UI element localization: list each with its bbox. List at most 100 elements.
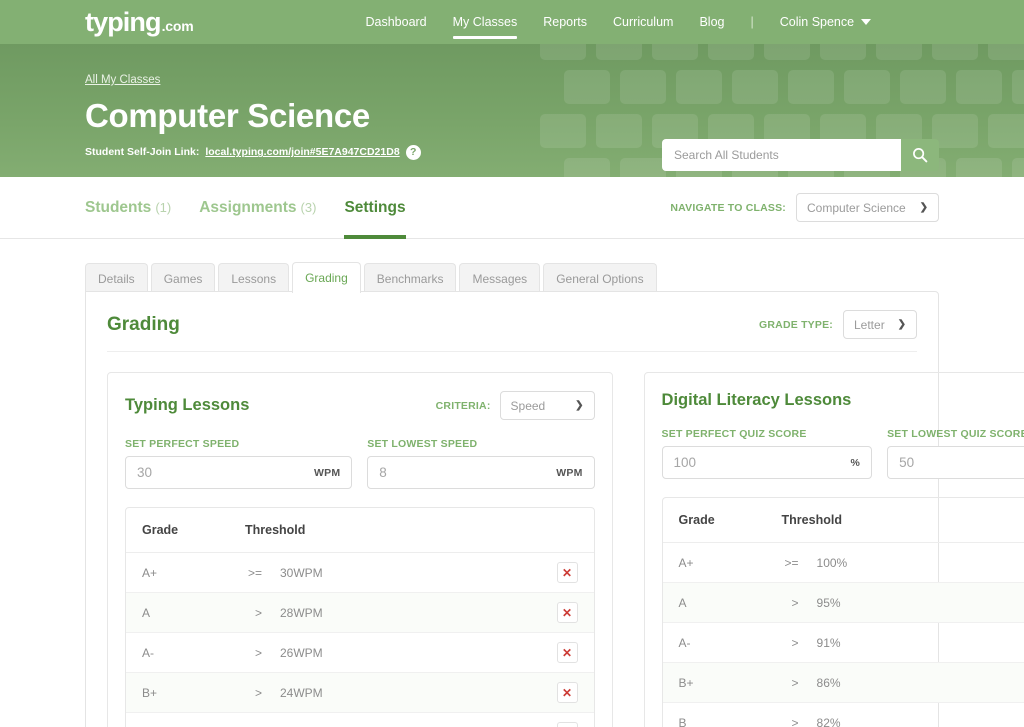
- table-row: A->26WPM✕: [126, 633, 594, 673]
- set-perfect-quiz-label: SET PERFECT QUIZ SCORE: [662, 428, 873, 440]
- logo-word: typing: [85, 7, 161, 38]
- digital-literacy-title: Digital Literacy Lessons: [662, 391, 852, 410]
- set-lowest-speed-input[interactable]: [379, 465, 556, 480]
- digital-literacy-panel: Digital Literacy Lessons SET PERFECT QUI…: [644, 372, 1024, 727]
- set-perfect-quiz-input-wrap: %: [662, 446, 873, 479]
- table-row: A>95%✕: [663, 583, 1024, 623]
- settings-panel-area: Details Games Lessons Grading Benchmarks…: [0, 239, 1024, 727]
- section-tab-students-count: (1): [155, 200, 171, 215]
- subtab-messages[interactable]: Messages: [459, 263, 540, 293]
- cell-operator: >=: [774, 556, 799, 570]
- nav-link-curriculum[interactable]: Curriculum: [613, 0, 673, 44]
- criteria-value: Speed: [511, 399, 546, 413]
- table-row: A>28WPM✕: [126, 593, 594, 633]
- cell-grade: A: [142, 606, 237, 620]
- top-navigation-bar: typing .com Dashboard My Classes Reports…: [0, 0, 1024, 44]
- cell-threshold: 91%: [799, 636, 841, 650]
- user-account-menu[interactable]: Colin Spence: [780, 15, 871, 29]
- typing-speed-fields: SET PERFECT SPEED WPM SET LOWEST SPEED W…: [125, 438, 595, 489]
- chevron-down-icon: ❯: [920, 202, 928, 213]
- cell-operator: >: [774, 636, 799, 650]
- subtab-details[interactable]: Details: [85, 263, 148, 293]
- section-tab-settings[interactable]: Settings: [344, 177, 405, 239]
- table-row: B+>24WPM✕: [126, 673, 594, 713]
- set-perfect-quiz-input[interactable]: [674, 455, 851, 470]
- set-perfect-quiz-field: SET PERFECT QUIZ SCORE %: [662, 428, 873, 479]
- page-title: Computer Science: [85, 98, 1024, 135]
- set-lowest-quiz-label: SET LOWEST QUIZ SCORE: [887, 428, 1024, 440]
- typing-lessons-title: Typing Lessons: [125, 396, 249, 415]
- settings-subtab-list: Details Games Lessons Grading Benchmarks…: [85, 261, 939, 292]
- set-perfect-speed-input[interactable]: [137, 465, 314, 480]
- table-row: A+>=30WPM✕: [126, 553, 594, 593]
- delete-row-cell: ✕: [557, 642, 578, 663]
- criteria-select[interactable]: Speed ❯: [500, 391, 595, 420]
- criteria-group: CRITERIA: Speed ❯: [436, 391, 595, 420]
- cell-threshold: 26WPM: [262, 646, 323, 660]
- section-tab-students[interactable]: Students (1): [85, 177, 171, 239]
- delete-row-button[interactable]: ✕: [557, 682, 578, 703]
- self-join-label: Student Self-Join Link:: [85, 146, 199, 158]
- grading-columns: Typing Lessons CRITERIA: Speed ❯ SET PER…: [107, 372, 917, 727]
- navigate-to-class-select[interactable]: Computer Science ❯: [796, 193, 939, 222]
- digital-literacy-header: Digital Literacy Lessons: [662, 391, 1024, 410]
- grading-card-header: Grading GRADE TYPE: Letter ❯: [107, 310, 917, 352]
- criteria-label: CRITERIA:: [436, 400, 491, 412]
- cell-grade: A-: [142, 646, 237, 660]
- cell-threshold: 30WPM: [262, 566, 323, 580]
- delete-row-cell: ✕: [557, 682, 578, 703]
- literacy-grade-table: Grade Threshold A+>=100%✕A>95%✕A->91%✕B+…: [662, 497, 1024, 727]
- typing-com-logo[interactable]: typing .com: [85, 7, 193, 38]
- cell-grade: A-: [679, 636, 774, 650]
- delete-row-button[interactable]: ✕: [557, 722, 578, 727]
- navigate-to-class-value: Computer Science: [807, 201, 906, 215]
- grading-heading: Grading: [107, 314, 180, 336]
- subtab-benchmarks[interactable]: Benchmarks: [364, 263, 457, 293]
- section-tab-assignments-label: Assignments: [199, 199, 296, 217]
- nav-link-reports[interactable]: Reports: [543, 0, 587, 44]
- cell-operator: >: [237, 606, 262, 620]
- set-lowest-quiz-input[interactable]: [899, 455, 1024, 470]
- cell-threshold: 95%: [799, 596, 841, 610]
- typing-lessons-header: Typing Lessons CRITERIA: Speed ❯: [125, 391, 595, 420]
- subtab-general-options[interactable]: General Options: [543, 263, 656, 293]
- typing-grade-table: Grade Threshold A+>=30WPM✕A>28WPM✕A->26W…: [125, 507, 595, 727]
- grading-card: Grading GRADE TYPE: Letter ❯ Typing Less…: [85, 291, 939, 727]
- table-row: A->91%✕: [663, 623, 1024, 663]
- breadcrumb-all-my-classes[interactable]: All My Classes: [85, 74, 160, 86]
- nav-link-my-classes[interactable]: My Classes: [453, 0, 518, 44]
- cell-grade: A: [679, 596, 774, 610]
- cell-grade: A+: [679, 556, 774, 570]
- cell-operator: >: [237, 686, 262, 700]
- delete-row-button[interactable]: ✕: [557, 602, 578, 623]
- cell-threshold: 24WPM: [262, 686, 323, 700]
- grade-type-select[interactable]: Letter ❯: [843, 310, 917, 339]
- quiz-score-fields: SET PERFECT QUIZ SCORE % SET LOWEST QUIZ…: [662, 428, 1024, 479]
- nav-link-blog[interactable]: Blog: [699, 0, 724, 44]
- chevron-down-icon: [861, 19, 871, 25]
- subtab-grading[interactable]: Grading: [292, 262, 361, 293]
- section-tab-assignments-count: (3): [301, 200, 317, 215]
- typing-lessons-panel: Typing Lessons CRITERIA: Speed ❯ SET PER…: [107, 372, 613, 727]
- cell-operator: >: [774, 716, 799, 727]
- set-perfect-quiz-unit: %: [851, 457, 861, 469]
- search-input[interactable]: [662, 139, 901, 171]
- search-icon: [912, 147, 928, 163]
- section-tab-assignments[interactable]: Assignments (3): [199, 177, 316, 239]
- self-join-link[interactable]: local.typing.com/join#5E7A947CD21D8: [205, 146, 399, 158]
- search-button[interactable]: [901, 139, 939, 171]
- literacy-grade-table-header: Grade Threshold: [663, 498, 1024, 543]
- help-icon[interactable]: ?: [406, 145, 421, 160]
- table-row: B>22WPM✕: [126, 713, 594, 727]
- delete-row-button[interactable]: ✕: [557, 642, 578, 663]
- set-perfect-speed-input-wrap: WPM: [125, 456, 352, 489]
- set-lowest-speed-label: SET LOWEST SPEED: [367, 438, 594, 450]
- subtab-games[interactable]: Games: [151, 263, 216, 293]
- nav-link-dashboard[interactable]: Dashboard: [365, 0, 426, 44]
- cell-grade: A+: [142, 566, 237, 580]
- cell-operator: >: [774, 676, 799, 690]
- subtab-lessons[interactable]: Lessons: [218, 263, 289, 293]
- delete-row-button[interactable]: ✕: [557, 562, 578, 583]
- table-row: A+>=100%✕: [663, 543, 1024, 583]
- grade-type-label: GRADE TYPE:: [759, 319, 833, 331]
